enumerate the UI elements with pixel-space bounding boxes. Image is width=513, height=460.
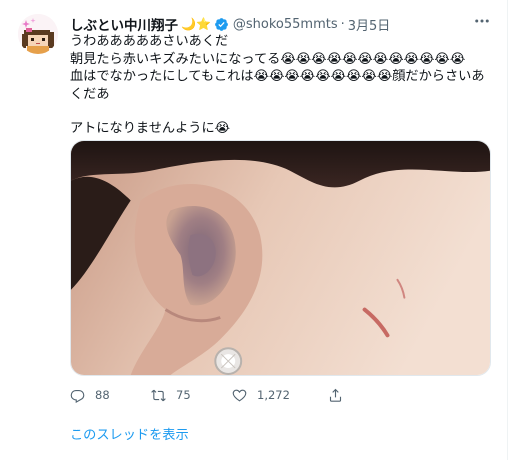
reply-icon xyxy=(70,389,85,403)
share-button[interactable] xyxy=(328,388,353,403)
timestamp[interactable]: 3月5日 xyxy=(348,15,391,34)
like-count: 1,272 xyxy=(257,388,290,402)
tweet-line: 血はでなかったにしてもこれは😭😭😭😭😭😭😭😭😭顔だからさいあくだあ xyxy=(70,69,485,102)
show-thread-link[interactable]: このスレッドを表示 xyxy=(70,424,189,443)
tweet-line: 朝見たら赤いキズみたいになってる😭😭😭😭😭😭😭😭😭😭😭😭 xyxy=(70,51,466,67)
reply-button[interactable]: 88 xyxy=(70,388,151,403)
tweet[interactable]: しぶとい中川翔子 🌙⭐ @shoko55mmts · 3月5日 うわあああああさ… xyxy=(0,0,508,460)
verified-badge-icon xyxy=(214,17,229,32)
name-emoji: 🌙⭐ xyxy=(181,17,211,31)
retweet-button[interactable]: 75 xyxy=(151,388,232,403)
tweet-header: しぶとい中川翔子 🌙⭐ @shoko55mmts · 3月5日 xyxy=(70,14,493,35)
retweet-count: 75 xyxy=(176,388,191,402)
reply-count: 88 xyxy=(95,388,110,402)
heart-icon xyxy=(232,389,247,401)
retweet-icon xyxy=(151,389,166,401)
tweet-text: うわあああああさいあくだ 朝見たら赤いキズみたいになってる😭😭😭😭😭😭😭😭😭😭😭… xyxy=(70,33,495,138)
handle[interactable]: @shoko55mmts xyxy=(233,17,338,32)
tweet-line: アトになりませんように😭 xyxy=(70,121,231,136)
share-icon xyxy=(329,388,342,402)
tweet-line: うわあああああさいあくだ xyxy=(70,34,229,49)
separator-dot: · xyxy=(340,16,345,32)
display-name[interactable]: しぶとい中川翔子 xyxy=(70,14,178,34)
avatar[interactable] xyxy=(18,14,58,54)
like-button[interactable]: 1,272 xyxy=(232,388,328,403)
more-horizontal-icon[interactable] xyxy=(471,10,493,32)
tweet-photo[interactable] xyxy=(70,140,491,376)
tweet-actions: 88 75 1,272 xyxy=(70,385,430,405)
